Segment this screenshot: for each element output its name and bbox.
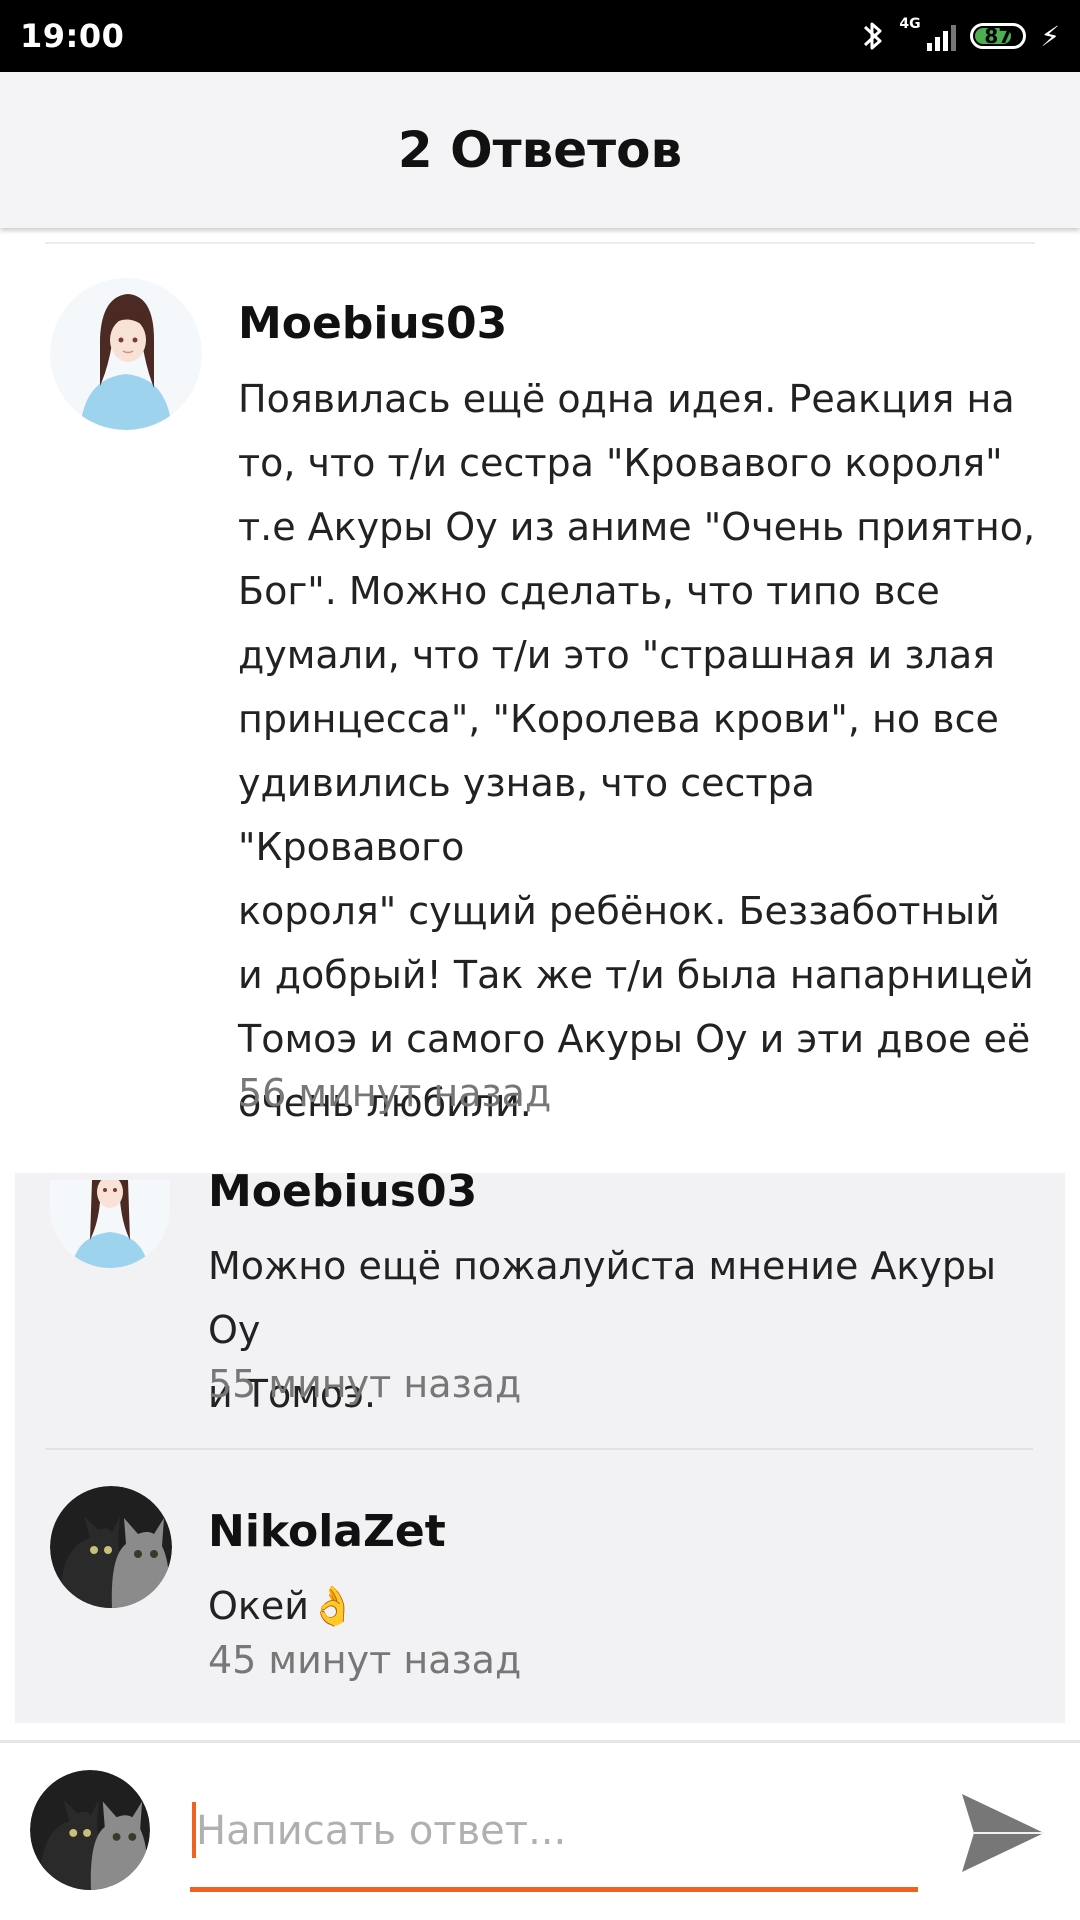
battery-level: 87 (984, 24, 1013, 48)
status-bar: 19:00 4G 87 ⚡ (0, 0, 1080, 72)
bluetooth-icon (864, 22, 882, 50)
battery-icon: 87 (970, 23, 1027, 49)
signal-icon: 4G (899, 17, 957, 51)
avatar-girl-icon (50, 278, 202, 430)
divider (45, 242, 1035, 244)
comment-time: 56 минут назад (238, 1071, 552, 1115)
charging-icon: ⚡ (1040, 19, 1060, 53)
divider (45, 1448, 1033, 1450)
current-user-avatar (30, 1770, 150, 1890)
text-caret (192, 1802, 196, 1858)
footer-divider (0, 1740, 1080, 1743)
avatar[interactable] (50, 278, 202, 430)
status-icons: 4G 87 ⚡ (861, 17, 1060, 55)
reply-time: 55 минут назад (208, 1362, 522, 1406)
status-time: 19:00 (20, 17, 125, 55)
input-underline (190, 1887, 918, 1892)
header: 2 Ответов (0, 72, 1080, 228)
avatar[interactable] (50, 1486, 172, 1608)
page-title: 2 Ответов (397, 121, 683, 179)
send-button[interactable] (958, 1790, 1048, 1876)
reply-text: Окей👌 (208, 1584, 357, 1628)
reply-input[interactable] (190, 1772, 918, 1890)
reply-input-wrapper (190, 1772, 918, 1892)
reply-username[interactable]: NikolaZet (208, 1506, 446, 1557)
reply-time: 45 минут назад (208, 1638, 522, 1682)
reply-username[interactable]: Moebius03 (208, 1166, 477, 1217)
avatar-cats-icon (30, 1770, 150, 1890)
comment-text: Появилась ещё одна идея. Реакция на то, … (238, 377, 1036, 1125)
send-icon (962, 1794, 1044, 1872)
comment-username[interactable]: Moebius03 (238, 298, 507, 349)
network-type: 4G (899, 16, 921, 32)
avatar-cats-icon (50, 1486, 172, 1608)
